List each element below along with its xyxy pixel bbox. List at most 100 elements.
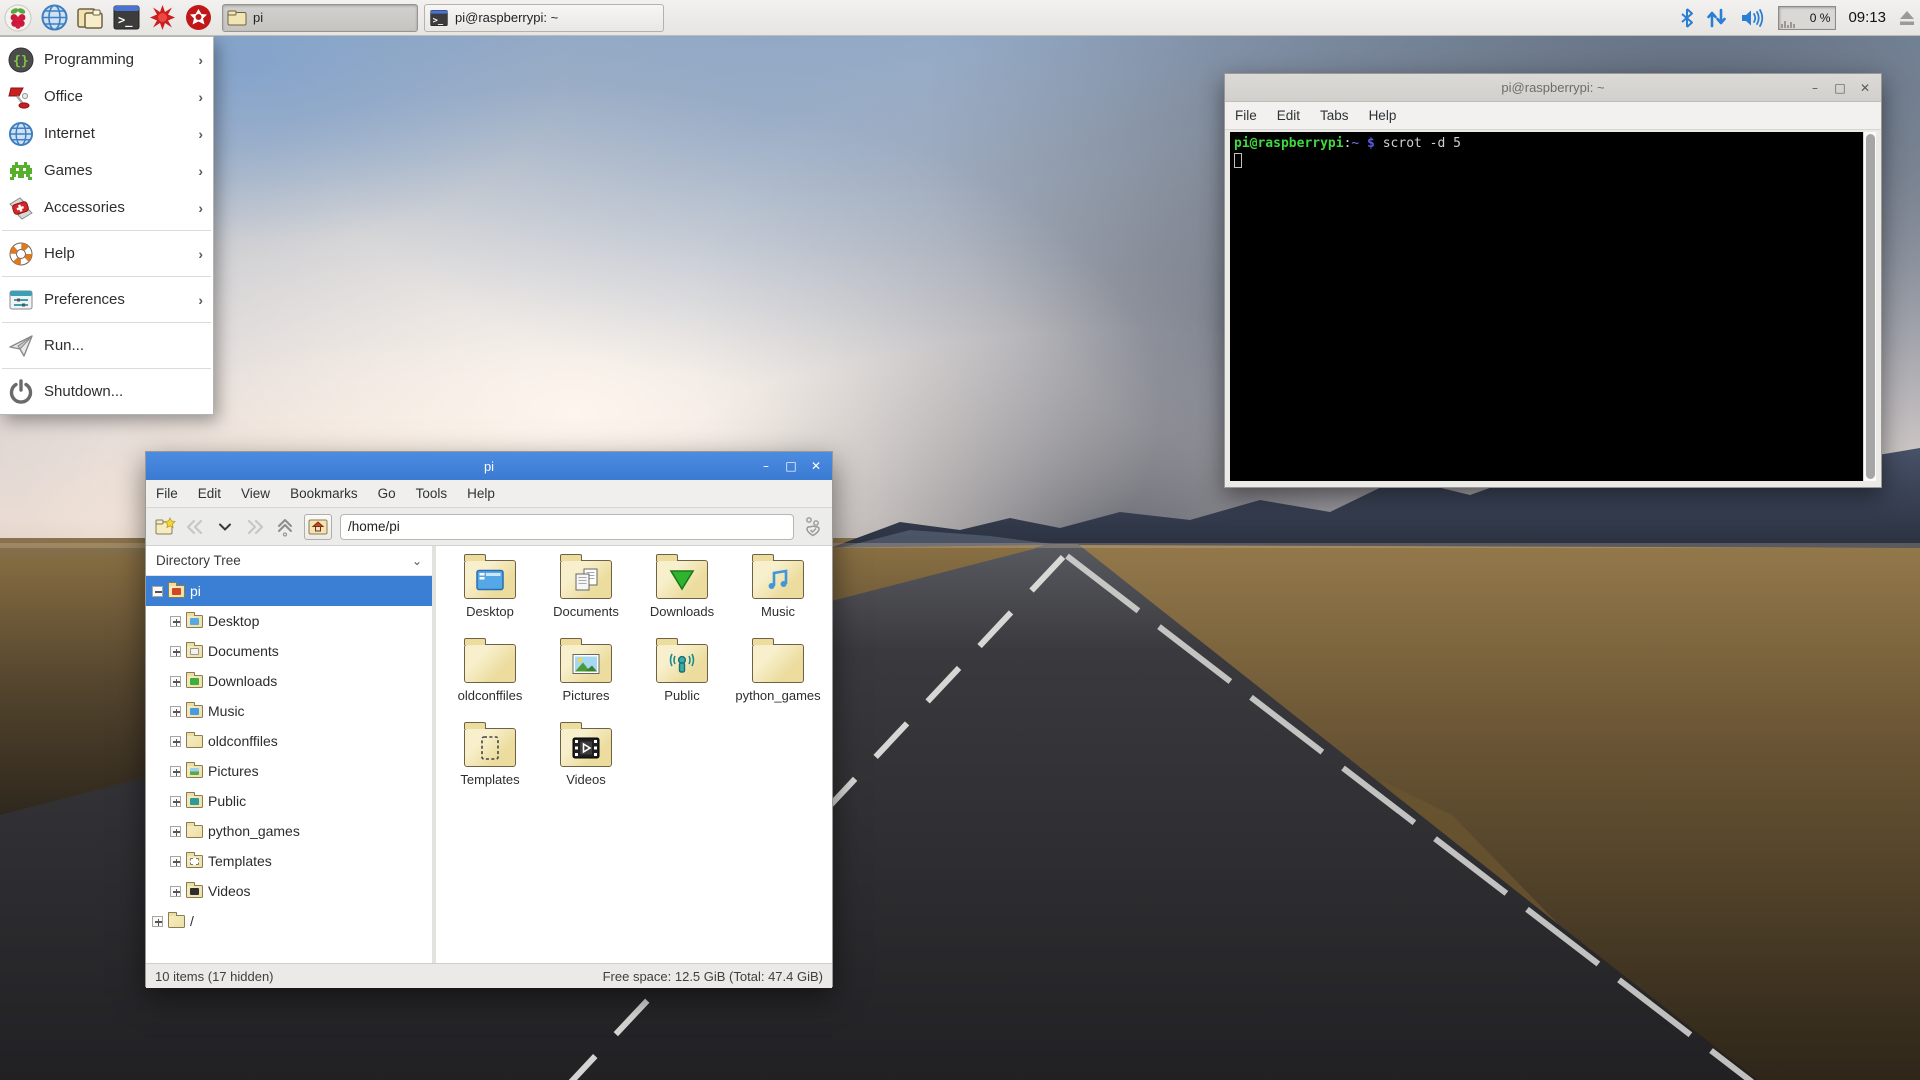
folder-icon bbox=[186, 761, 203, 778]
maximize-button[interactable]: □ bbox=[783, 458, 799, 474]
tree-header-label: Directory Tree bbox=[156, 553, 241, 568]
expand-expander-icon[interactable] bbox=[170, 765, 181, 777]
collapse-expander-icon[interactable] bbox=[152, 585, 163, 597]
menu-item-shutdown[interactable]: Shutdown... bbox=[0, 373, 213, 410]
file-manager-statusbar: 10 items (17 hidden) Free space: 12.5 Gi… bbox=[146, 963, 832, 988]
expand-expander-icon[interactable] bbox=[170, 675, 181, 687]
eject-icon[interactable] bbox=[1898, 9, 1916, 27]
tree-pane-header[interactable]: Directory Tree ⌄ bbox=[146, 546, 432, 576]
menu-item-help[interactable]: Help › bbox=[0, 235, 213, 272]
expand-expander-icon[interactable] bbox=[170, 885, 181, 897]
forward-icon[interactable] bbox=[244, 516, 266, 538]
raspberry-menu-icon[interactable] bbox=[0, 2, 36, 34]
menu-item-programming[interactable]: {} Programming › bbox=[0, 41, 213, 78]
tree-row-python-games[interactable]: python_games bbox=[146, 816, 432, 846]
menu-item-games[interactable]: Games › bbox=[0, 152, 213, 189]
jump-to-icon[interactable] bbox=[802, 516, 824, 538]
menu-file[interactable]: File bbox=[1225, 102, 1267, 129]
folder-item-documents[interactable]: Documents bbox=[538, 554, 634, 638]
menu-file[interactable]: File bbox=[146, 480, 188, 507]
history-dropdown-icon[interactable] bbox=[214, 516, 236, 538]
home-button[interactable] bbox=[304, 513, 332, 540]
menu-item-label: Run... bbox=[44, 337, 85, 354]
menu-edit[interactable]: Edit bbox=[188, 480, 231, 507]
minimize-button[interactable]: – bbox=[758, 458, 774, 474]
expand-expander-icon[interactable] bbox=[170, 735, 181, 747]
menu-item-run[interactable]: Run... bbox=[0, 327, 213, 364]
menu-item-internet[interactable]: Internet › bbox=[0, 115, 213, 152]
expand-expander-icon[interactable] bbox=[170, 795, 181, 807]
maximize-button[interactable]: □ bbox=[1832, 80, 1848, 96]
tree-row-public[interactable]: Public bbox=[146, 786, 432, 816]
new-tab-icon[interactable] bbox=[154, 516, 176, 538]
menu-item-accessories[interactable]: Accessories › bbox=[0, 189, 213, 226]
path-input[interactable] bbox=[340, 513, 794, 540]
tree-row-label: Documents bbox=[208, 643, 279, 659]
tree-row-root[interactable]: / bbox=[146, 906, 432, 936]
tree-row-documents[interactable]: Documents bbox=[146, 636, 432, 666]
tree-row-pi[interactable]: pi bbox=[146, 576, 432, 606]
file-manager-titlebar[interactable]: pi – □ ✕ bbox=[146, 452, 832, 480]
expand-expander-icon[interactable] bbox=[170, 645, 181, 657]
menu-view[interactable]: View bbox=[231, 480, 280, 507]
folder-item-music[interactable]: Music bbox=[730, 554, 826, 638]
chevron-down-icon[interactable]: ⌄ bbox=[412, 554, 422, 568]
folder-item-oldconffiles[interactable]: oldconffiles bbox=[442, 638, 538, 722]
expand-expander-icon[interactable] bbox=[170, 615, 181, 627]
network-arrows-icon[interactable] bbox=[1706, 8, 1728, 28]
folder-item-python-games[interactable]: python_games bbox=[730, 638, 826, 722]
folder-item-pictures[interactable]: Pictures bbox=[538, 638, 634, 722]
mathematica-icon[interactable] bbox=[144, 2, 180, 34]
bluetooth-icon[interactable] bbox=[1680, 7, 1694, 28]
scrollbar-thumb[interactable] bbox=[1865, 134, 1875, 479]
submenu-arrow-icon: › bbox=[198, 245, 203, 262]
expand-expander-icon[interactable] bbox=[170, 705, 181, 717]
expand-expander-icon[interactable] bbox=[152, 915, 163, 927]
back-icon[interactable] bbox=[184, 516, 206, 538]
up-icon[interactable] bbox=[274, 516, 296, 538]
tree-row-videos[interactable]: Videos bbox=[146, 876, 432, 906]
menu-tabs[interactable]: Tabs bbox=[1310, 102, 1359, 129]
terminal-titlebar[interactable]: pi@raspberrypi: ~ – □ ✕ bbox=[1225, 74, 1881, 102]
terminal-content[interactable]: pi@raspberrypi:~ $ scrot -d 5 bbox=[1230, 132, 1876, 481]
wolfram-icon[interactable] bbox=[180, 2, 216, 34]
file-manager-icon[interactable] bbox=[72, 2, 108, 34]
volume-icon[interactable] bbox=[1740, 8, 1766, 28]
folder-item-videos[interactable]: Videos bbox=[538, 722, 634, 806]
menu-go[interactable]: Go bbox=[368, 480, 406, 507]
expand-expander-icon[interactable] bbox=[170, 855, 181, 867]
folder-item-downloads[interactable]: Downloads bbox=[634, 554, 730, 638]
tree-row-templates[interactable]: Templates bbox=[146, 846, 432, 876]
menu-item-office[interactable]: Office › bbox=[0, 78, 213, 115]
tree-row-pictures[interactable]: Pictures bbox=[146, 756, 432, 786]
terminal-icon[interactable]: >_ bbox=[108, 2, 144, 34]
folder-item-templates[interactable]: Templates bbox=[442, 722, 538, 806]
menu-help[interactable]: Help bbox=[457, 480, 505, 507]
terminal-text: pi@raspberrypi:~ $ scrot -d 5 bbox=[1230, 132, 1863, 481]
menu-item-preferences[interactable]: Preferences › bbox=[0, 281, 213, 318]
menu-edit[interactable]: Edit bbox=[1267, 102, 1310, 129]
taskbar-task-terminal[interactable]: >_ pi@raspberrypi: ~ bbox=[424, 3, 664, 32]
expand-expander-icon[interactable] bbox=[170, 825, 181, 837]
folder-icon bbox=[186, 611, 203, 628]
folder-item-desktop[interactable]: Desktop bbox=[442, 554, 538, 638]
minimize-button[interactable]: – bbox=[1807, 80, 1823, 96]
menu-bookmarks[interactable]: Bookmarks bbox=[280, 480, 368, 507]
web-browser-icon[interactable] bbox=[36, 2, 72, 34]
cpu-monitor[interactable]: 0 % bbox=[1778, 5, 1837, 30]
tree-row-desktop[interactable]: Desktop bbox=[146, 606, 432, 636]
tree-row-music[interactable]: Music bbox=[146, 696, 432, 726]
svg-text:{}: {} bbox=[13, 54, 29, 69]
menu-tools[interactable]: Tools bbox=[406, 480, 458, 507]
close-button[interactable]: ✕ bbox=[808, 458, 824, 474]
folder-view-pane[interactable]: Desktop Documents Downloads Music oldcon… bbox=[436, 546, 832, 963]
terminal-scrollbar[interactable] bbox=[1863, 132, 1876, 481]
menu-item-label: Shutdown... bbox=[44, 383, 124, 400]
tree-row-downloads[interactable]: Downloads bbox=[146, 666, 432, 696]
clock[interactable]: 09:13 bbox=[1848, 9, 1886, 26]
taskbar-task-file-manager[interactable]: pi bbox=[222, 3, 418, 32]
close-button[interactable]: ✕ bbox=[1857, 80, 1873, 96]
tree-row-oldconffiles[interactable]: oldconffiles bbox=[146, 726, 432, 756]
folder-item-public[interactable]: Public bbox=[634, 638, 730, 722]
menu-help[interactable]: Help bbox=[1359, 102, 1407, 129]
